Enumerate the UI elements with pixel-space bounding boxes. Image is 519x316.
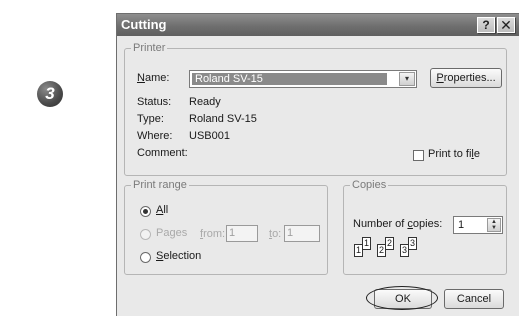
print-range-group-label: Print range bbox=[131, 179, 189, 191]
collate-page-3-front: 3 bbox=[400, 244, 409, 257]
print-dialog: Cutting ? ✕ Printer Name: Roland SV-15 ▾… bbox=[116, 13, 519, 316]
collate-page-2-front: 2 bbox=[377, 244, 386, 257]
comment-label: Comment: bbox=[137, 147, 188, 159]
properties-button[interactable]: Properties... bbox=[430, 68, 502, 88]
to-label: to: bbox=[269, 228, 282, 240]
collate-page-1-back: 1 bbox=[362, 237, 371, 250]
window-title: Cutting bbox=[121, 17, 167, 32]
spin-arrows-icon[interactable]: ▲ ▼ bbox=[487, 218, 501, 232]
type-label: Type: bbox=[137, 113, 164, 125]
printer-name-select[interactable]: Roland SV-15 ▾ bbox=[189, 70, 417, 88]
status-label: Status: bbox=[137, 96, 172, 108]
from-page-input[interactable]: 1 bbox=[226, 225, 258, 242]
title-bar: Cutting ? ✕ bbox=[117, 14, 519, 36]
ok-highlight-oval bbox=[366, 286, 438, 310]
cancel-button[interactable]: Cancel bbox=[444, 289, 504, 309]
where-value: USB001 bbox=[189, 130, 230, 142]
collate-page-1-front: 1 bbox=[354, 244, 363, 257]
number-of-copies-label: Number of copies: bbox=[353, 218, 443, 230]
range-selection-label[interactable]: Selection bbox=[156, 250, 201, 262]
range-pages-radio[interactable] bbox=[140, 229, 151, 240]
where-label: Where: bbox=[137, 130, 173, 142]
copies-group-label: Copies bbox=[350, 179, 389, 191]
collate-page-2-back: 2 bbox=[385, 237, 394, 250]
to-page-input[interactable]: 1 bbox=[284, 225, 320, 242]
type-value: Roland SV-15 bbox=[189, 113, 257, 125]
help-button[interactable]: ? bbox=[477, 17, 495, 33]
step-number-badge: 3 bbox=[37, 81, 63, 107]
range-all-radio[interactable] bbox=[140, 206, 151, 217]
printer-group-label: Printer bbox=[131, 42, 168, 54]
copies-spinner[interactable]: 1 ▲ ▼ bbox=[453, 216, 503, 234]
print-to-file-checkbox[interactable] bbox=[413, 150, 424, 161]
range-selection-radio[interactable] bbox=[140, 252, 151, 263]
range-pages-label[interactable]: Pages bbox=[156, 227, 187, 239]
copies-value: 1 bbox=[458, 219, 465, 231]
collate-page-3-back: 3 bbox=[408, 237, 417, 250]
name-label: Name: bbox=[137, 72, 170, 84]
from-label: from: bbox=[200, 228, 226, 240]
close-button[interactable]: ✕ bbox=[497, 17, 515, 33]
printer-name-value: Roland SV-15 bbox=[192, 73, 387, 85]
range-all-label[interactable]: All bbox=[156, 204, 168, 216]
print-to-file-label[interactable]: Print to file bbox=[428, 148, 480, 160]
chevron-down-icon[interactable]: ▾ bbox=[399, 72, 415, 86]
status-value: Ready bbox=[189, 96, 221, 108]
